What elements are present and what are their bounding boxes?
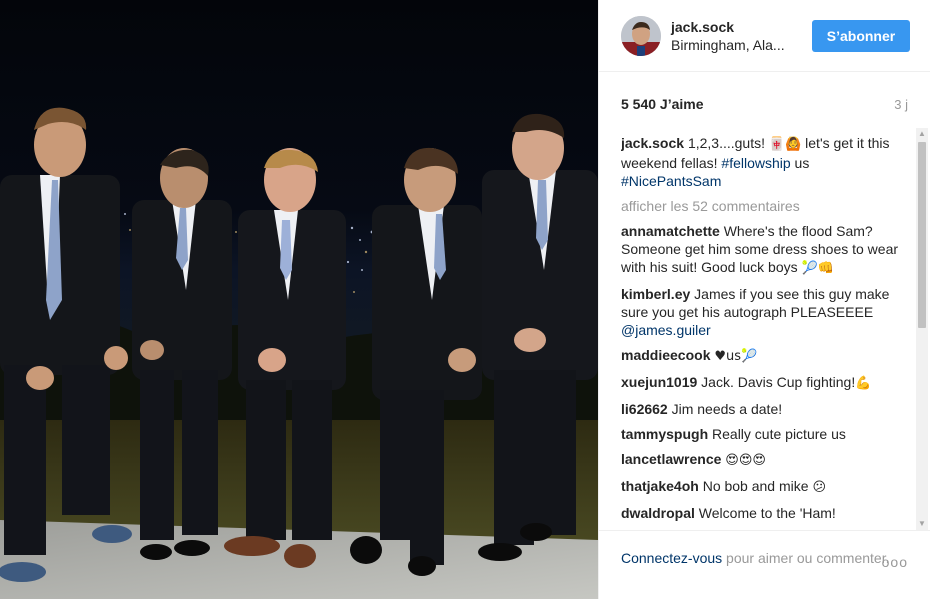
- comment-item: li62662 Jim needs a date!: [621, 400, 904, 418]
- scrollbar-thumb[interactable]: [918, 142, 926, 328]
- post-age[interactable]: 3 j: [894, 97, 908, 112]
- follow-button[interactable]: S’abonner: [812, 19, 910, 52]
- avatar-image: [621, 15, 661, 56]
- post-location[interactable]: Birmingham, Ala...: [671, 37, 812, 53]
- instagram-post-modal: jack.sock Birmingham, Ala... S’abonner 5…: [0, 0, 930, 599]
- post-photo[interactable]: [0, 0, 598, 599]
- comment-username[interactable]: maddieecook: [621, 347, 710, 363]
- emoji-icon: 💪: [855, 376, 872, 391]
- comment-username[interactable]: tammyspugh: [621, 426, 708, 442]
- login-prompt: Connectez-vous pour aimer ou commenter.: [621, 549, 908, 567]
- post-details-panel: jack.sock Birmingham, Ala... S’abonner 5…: [598, 0, 930, 599]
- comment-text: Welcome to the 'Ham!: [698, 505, 836, 521]
- comment-username[interactable]: xuejun1019: [621, 374, 697, 390]
- comment-item: xuejun1019 Jack. Davis Cup fighting!💪: [621, 373, 904, 393]
- comment-text: us: [790, 155, 810, 171]
- comment-username[interactable]: annamatchette: [621, 223, 720, 239]
- comment-item: lancetlawrence 😍😍😍: [621, 450, 904, 470]
- comment-text: 1,2,3....guts!: [687, 135, 769, 151]
- comment-username[interactable]: jack.sock: [621, 135, 684, 151]
- comment-text: No bob and mike: [702, 478, 813, 494]
- comment-item: annamatchette Where's the flood Sam? Som…: [621, 222, 904, 278]
- emoji-icon: ♥us🎾: [714, 349, 758, 364]
- comment-username[interactable]: dwaldropal: [621, 505, 695, 521]
- scroll-up-arrow-icon[interactable]: ▲: [916, 128, 928, 140]
- comment-item: dwaldropal Welcome to the 'Ham!: [621, 504, 904, 522]
- comment-text: Jim needs a date!: [671, 401, 783, 417]
- comment-username[interactable]: kimberl.ey: [621, 286, 690, 302]
- more-options-icon[interactable]: ooo: [882, 553, 908, 571]
- comment-username[interactable]: thatjake4oh: [621, 478, 699, 494]
- likes-count[interactable]: 5 540 J’aime: [621, 96, 704, 112]
- comment-text: Jack. Davis Cup fighting!: [701, 374, 856, 390]
- post-username[interactable]: jack.sock: [671, 19, 812, 35]
- comment-item: jack.sock 1,2,3....guts! 🀄🙆 let's get it…: [621, 134, 904, 190]
- user-info: jack.sock Birmingham, Ala...: [671, 19, 812, 53]
- post-header: jack.sock Birmingham, Ala... S’abonner: [599, 0, 930, 72]
- comment-username[interactable]: li62662: [621, 401, 668, 417]
- emoji-icon: 🀄🙆: [768, 137, 802, 152]
- comment-item: kimberl.ey James if you see this guy mak…: [621, 285, 904, 339]
- comment-tag-link[interactable]: #NicePantsSam: [621, 173, 721, 189]
- comment-text: Really cute picture us: [712, 426, 846, 442]
- emoji-icon: 😍😍😍: [725, 453, 766, 468]
- comment-tag-link[interactable]: #fellowship: [721, 155, 790, 171]
- photo-illustration: [0, 0, 598, 599]
- emoji-icon: 😕: [812, 480, 826, 495]
- login-prompt-text: pour aimer ou commenter.: [722, 550, 890, 566]
- emoji-icon: 🎾👊: [801, 261, 834, 276]
- comment-username[interactable]: lancetlawrence: [621, 451, 721, 467]
- scroll-down-arrow-icon[interactable]: ▼: [916, 518, 928, 530]
- likes-row: 5 540 J’aime 3 j: [621, 96, 908, 112]
- comment-item: thatjake4oh No bob and mike 😕: [621, 477, 904, 497]
- post-footer: Connectez-vous pour aimer ou commenter. …: [599, 530, 930, 599]
- comment-item: maddieecook ♥us🎾: [621, 346, 904, 366]
- load-more-comments-link[interactable]: afficher les 52 commentaires: [621, 197, 904, 215]
- comment-item: tammyspugh Really cute picture us: [621, 425, 904, 443]
- login-link[interactable]: Connectez-vous: [621, 550, 722, 566]
- avatar[interactable]: [621, 15, 661, 56]
- comments-scrollbar[interactable]: ▲ ▼: [916, 128, 928, 530]
- comments-list: jack.sock 1,2,3....guts! 🀄🙆 let's get it…: [621, 134, 904, 530]
- comment-tag-link[interactable]: @james.guiler: [621, 322, 711, 338]
